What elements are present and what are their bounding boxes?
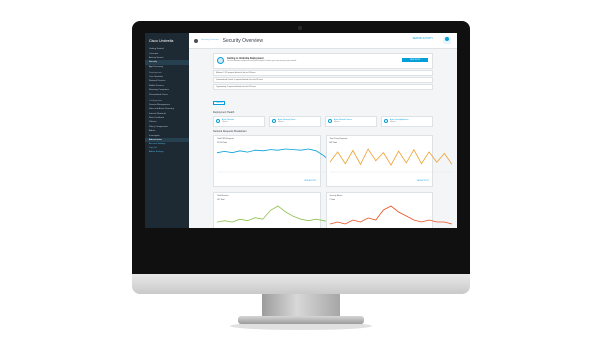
chart-card: Security Blocks 2 Total — [325, 192, 452, 228]
admin-settings-link[interactable]: Admin Settings — [145, 150, 189, 154]
setup-banner: Getting to Umbrella Deployment You have … — [213, 53, 433, 69]
chart-title: Total Blocked — [217, 195, 229, 197]
chart-title: Total DNS Requests — [217, 138, 235, 140]
dashboard-content: Getting to Umbrella Deployment You have … — [213, 53, 452, 228]
health-name: Active Network Devices — [334, 119, 352, 121]
chart-card: Total Proxy Requests 862 Total VIEW ACTI… — [325, 135, 452, 187]
page-title: Security Overview — [222, 37, 263, 44]
search-activity-link[interactable]: SEARCH ACTIVITY — [413, 38, 433, 40]
status-ring-icon — [384, 119, 388, 123]
time-range-button[interactable]: Last 24h — [213, 101, 226, 105]
chart-series-line — [217, 205, 339, 223]
sidebar: Cisco Umbrella Getting Started Overview … — [145, 33, 189, 228]
deployment-health-heading: Deployment Health — [213, 111, 235, 114]
monitor-chin — [132, 274, 470, 294]
chart-title: Security Blocks — [329, 195, 343, 197]
health-value: 0 Active — [334, 122, 340, 123]
deployment-health-row: Active Networks 1 Active Active Roaming … — [213, 116, 433, 127]
info-icon — [217, 57, 224, 64]
health-card[interactable]: Active Roaming Clients 0 Active — [269, 116, 321, 127]
view-activity-link[interactable]: VIEW ACTIVITY — [417, 180, 429, 182]
health-value: 0 Active — [390, 122, 396, 123]
view-activity-link[interactable]: VIEW ACTIVITY — [304, 180, 316, 182]
banner-text: You have identities configured but no po… — [227, 60, 297, 62]
chart-card: Total DNS Requests 22,153 Total VIEW ACT… — [213, 135, 339, 187]
chart-card: Total Blocked 107 Total — [213, 192, 339, 228]
brand-name: Cisco Umbrella — [149, 39, 174, 43]
health-name: Active Networks — [222, 119, 235, 121]
notice-command-control: Command and Control: 0 requests blocked … — [213, 77, 433, 83]
chart-series-line — [329, 148, 452, 166]
chart-cards: Total DNS Requests 22,153 Total VIEW ACT… — [213, 135, 452, 228]
monitor-stand — [262, 294, 340, 318]
health-name: Active Virtual Appliances — [390, 119, 409, 121]
notice-malware: Malware: 1,113 requests blocked in the l… — [213, 70, 433, 76]
chart-total: 862 Total — [329, 141, 337, 144]
line-chart — [329, 205, 452, 225]
main-area: Security Overview Security Overview SEAR… — [189, 33, 457, 228]
top-bar: Security Overview Security Overview SEAR… — [189, 33, 457, 49]
health-card[interactable]: Active Virtual Appliances 0 Active — [381, 116, 433, 127]
chart-series-line — [329, 205, 452, 225]
chart-total: 107 Total — [217, 198, 225, 201]
health-value: 1 Active — [222, 122, 228, 123]
line-chart — [217, 148, 339, 173]
status-ring-icon — [328, 119, 332, 123]
breadcrumb[interactable]: Security Overview — [201, 39, 219, 42]
health-card[interactable]: Active Network Devices 0 Active — [325, 116, 377, 127]
chart-total: 22,153 Total — [217, 141, 227, 144]
status-ring-icon — [216, 119, 220, 123]
status-ring-icon — [272, 119, 276, 123]
screen: Cisco Umbrella Getting Started Overview … — [145, 33, 457, 228]
user-menu-button[interactable] — [443, 36, 451, 44]
camera-icon — [298, 26, 302, 30]
chart-total: 2 Total — [329, 198, 335, 201]
requests-breakdown-heading: Network Requests Breakdown — [213, 130, 247, 133]
monitor-base — [238, 316, 364, 324]
umbrella-logo-icon — [194, 38, 198, 43]
view-setup-button[interactable]: VIEW SETUP — [402, 58, 428, 62]
chart-series-line — [217, 148, 339, 169]
health-card[interactable]: Active Networks 1 Active — [213, 116, 265, 127]
line-chart — [329, 148, 452, 173]
health-name: Active Roaming Clients — [278, 119, 296, 121]
user-icon — [445, 37, 449, 41]
notice-cryptomining: Cryptomining: 0 requests blocked in the … — [213, 84, 433, 90]
health-value: 0 Active — [278, 122, 284, 123]
chart-title: Total Proxy Requests — [329, 138, 348, 140]
line-chart — [217, 205, 339, 223]
